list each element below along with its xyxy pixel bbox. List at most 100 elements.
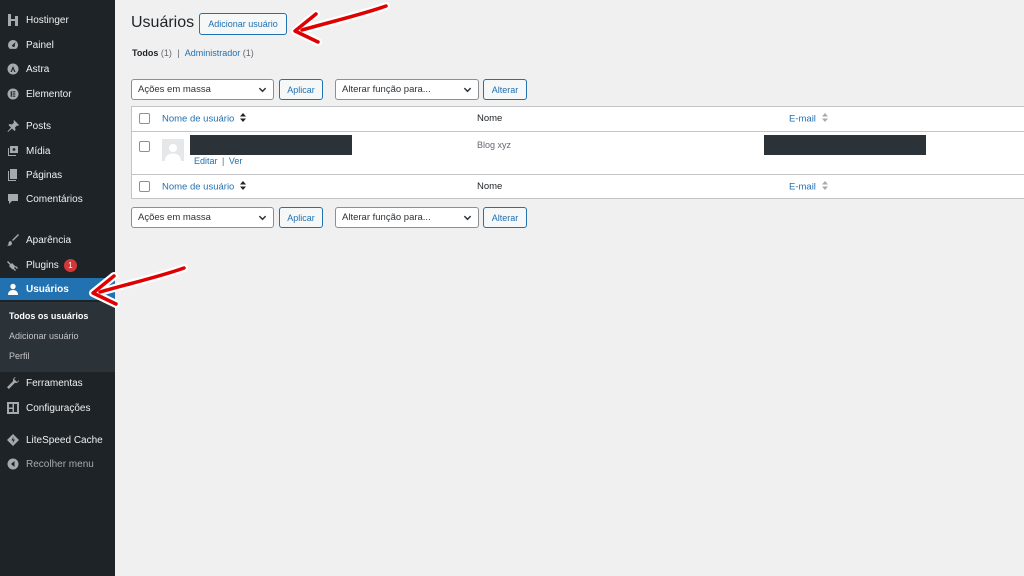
- hostinger-icon: [6, 13, 20, 27]
- table-header: Nome de usuário Nome E-mail: [132, 107, 1024, 132]
- menu-item-astra[interactable]: Astra: [0, 58, 115, 80]
- menu-item-comentarios[interactable]: Comentários: [0, 188, 115, 210]
- sort-icon: [240, 113, 246, 125]
- dashboard-icon: [6, 38, 20, 52]
- menu-label: Painel: [26, 39, 54, 51]
- menu-label: Ferramentas: [26, 377, 83, 389]
- menu-label: Recolher menu: [26, 458, 94, 470]
- pin-icon: [6, 119, 20, 133]
- plugin-icon: [6, 258, 20, 272]
- menu-item-elementor[interactable]: Elementor: [0, 83, 115, 105]
- brush-icon: [6, 233, 20, 247]
- media-icon: [6, 144, 20, 158]
- filter-all[interactable]: Todos: [132, 48, 158, 58]
- row-checkbox[interactable]: [139, 141, 150, 152]
- collapse-menu-button[interactable]: Recolher menu: [0, 453, 115, 475]
- menu-label: LiteSpeed Cache: [26, 434, 103, 446]
- update-count-badge: 1: [63, 258, 77, 272]
- submenu-add-user[interactable]: Adicionar usuário: [9, 331, 79, 341]
- sort-icon: [821, 181, 828, 193]
- bulk-actions-select-bottom[interactable]: Ações em massa: [131, 207, 274, 228]
- change-role-select-bottom[interactable]: Alterar função para...: [335, 207, 479, 228]
- change-role-button[interactable]: Alterar: [483, 79, 527, 100]
- redacted-username: [190, 135, 352, 155]
- chevron-down-icon: [463, 85, 472, 94]
- annotation-arrow-icon: [89, 264, 188, 308]
- menu-item-painel[interactable]: Painel: [0, 34, 115, 56]
- bulk-actions-value: Ações em massa: [138, 212, 211, 223]
- row-action-separator: |: [222, 156, 225, 166]
- column-username[interactable]: Nome de usuário: [162, 181, 246, 193]
- apply-button[interactable]: Aplicar: [279, 79, 323, 100]
- page-icon: [6, 168, 20, 182]
- menu-label: Aparência: [26, 234, 72, 246]
- page-title: Usuários: [131, 14, 195, 31]
- apply-button-bottom[interactable]: Aplicar: [279, 207, 323, 228]
- filter-separator: |: [177, 48, 180, 58]
- menu-label: Comentários: [26, 193, 83, 205]
- annotation-arrow-icon: [291, 2, 390, 46]
- bulk-actions-select[interactable]: Ações em massa: [131, 79, 274, 100]
- column-username-label: Nome de usuário: [162, 181, 235, 193]
- menu-label: Usuários: [26, 283, 69, 295]
- menu-label: Posts: [26, 120, 52, 132]
- column-email[interactable]: E-mail: [789, 113, 828, 125]
- menu-item-configuracoes[interactable]: Configurações: [0, 397, 115, 419]
- column-email-label: E-mail: [789, 113, 816, 125]
- user-icon: [6, 282, 20, 296]
- chevron-down-icon: [258, 213, 267, 222]
- menu-label: Mídia: [26, 145, 51, 157]
- change-role-value: Alterar função para...: [342, 84, 431, 95]
- litespeed-icon: [6, 433, 20, 447]
- menu-item-ferramentas[interactable]: Ferramentas: [0, 372, 115, 394]
- avatar: [162, 139, 184, 161]
- sort-icon: [240, 181, 246, 193]
- row-actions: Editar | Ver: [194, 156, 242, 166]
- submenu-profile[interactable]: Perfil: [9, 351, 30, 361]
- select-all-checkbox[interactable]: [139, 181, 150, 192]
- column-email[interactable]: E-mail: [789, 181, 828, 193]
- collapse-icon: [6, 457, 20, 471]
- menu-label: Hostinger: [26, 14, 69, 26]
- view-user-link[interactable]: Ver: [229, 156, 243, 166]
- astra-icon: [6, 62, 20, 76]
- table-footer: Nome de usuário Nome E-mail: [132, 174, 1024, 199]
- menu-label: Astra: [26, 63, 50, 75]
- column-name: Nome: [477, 181, 503, 192]
- menu-item-litespeed-cache[interactable]: LiteSpeed Cache: [0, 429, 115, 451]
- filter-all-count: (1): [160, 48, 172, 58]
- column-username[interactable]: Nome de usuário: [162, 113, 246, 125]
- role-filter-links: Todos (1) | Administrador (1): [132, 48, 254, 58]
- menu-item-hostinger[interactable]: Hostinger: [0, 9, 115, 31]
- menu-label: Elementor: [26, 88, 72, 100]
- chevron-down-icon: [258, 85, 267, 94]
- column-name: Nome: [477, 113, 503, 124]
- redacted-email: [764, 135, 926, 155]
- change-role-button-bottom[interactable]: Alterar: [483, 207, 527, 228]
- menu-label: Plugins: [26, 259, 59, 271]
- settings-icon: [6, 401, 20, 415]
- column-email-label: E-mail: [789, 181, 816, 193]
- filter-admin-count: (1): [242, 48, 254, 58]
- menu-item-aparencia[interactable]: Aparência: [0, 229, 115, 251]
- menu-item-paginas[interactable]: Páginas: [0, 164, 115, 186]
- user-display-name: Blog xyz: [477, 140, 512, 150]
- elementor-icon: [6, 87, 20, 101]
- submenu-all-users[interactable]: Todos os usuários: [9, 311, 88, 321]
- menu-label: Configurações: [26, 402, 91, 414]
- edit-user-link[interactable]: Editar: [194, 156, 218, 166]
- main-content: Usuários Adicionar usuário Todos (1) | A…: [115, 0, 1024, 576]
- users-submenu: Todos os usuários Adicionar usuário Perf…: [0, 302, 115, 372]
- sort-icon: [821, 113, 828, 125]
- wrench-icon: [6, 376, 20, 390]
- comment-icon: [6, 192, 20, 206]
- column-username-label: Nome de usuário: [162, 113, 235, 125]
- add-user-button[interactable]: Adicionar usuário: [199, 13, 287, 35]
- filter-administrator[interactable]: Administrador: [185, 48, 241, 58]
- menu-item-posts[interactable]: Posts: [0, 115, 115, 137]
- change-role-select[interactable]: Alterar função para...: [335, 79, 479, 100]
- menu-label: Páginas: [26, 169, 63, 181]
- select-all-checkbox[interactable]: [139, 113, 150, 124]
- chevron-down-icon: [463, 213, 472, 222]
- menu-item-midia[interactable]: Mídia: [0, 140, 115, 162]
